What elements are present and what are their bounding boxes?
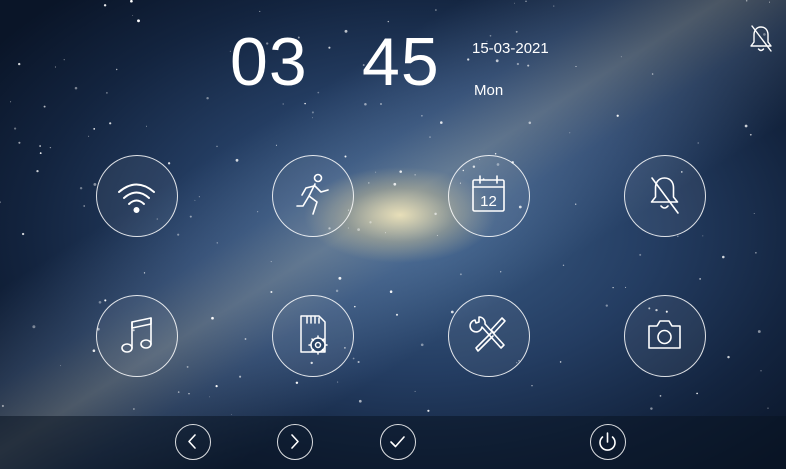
camera-icon — [648, 320, 681, 349]
wrench-screwdriver-icon — [469, 316, 506, 352]
power-button[interactable] — [590, 424, 626, 460]
wifi-icon — [118, 183, 155, 213]
wallpaper: 03 45 15-03-2021 Mon 12 — [0, 0, 786, 469]
clock-minutes: 45 — [362, 24, 440, 100]
wifi-button[interactable] — [96, 155, 178, 237]
calendar-icon-day: 12 — [480, 193, 497, 210]
bell-muted-icon — [650, 177, 679, 214]
bell-muted-icon — [746, 22, 776, 56]
previous-button[interactable] — [175, 424, 211, 460]
next-button[interactable] — [277, 424, 313, 460]
calendar-button[interactable]: 12 — [448, 155, 530, 237]
motion-button[interactable] — [272, 155, 354, 237]
clock-hours: 03 — [230, 24, 308, 100]
calendar-icon: 12 — [472, 175, 505, 212]
sd-card-gear-icon — [300, 315, 328, 355]
tools-button[interactable] — [448, 295, 530, 377]
sd-card-settings-button[interactable] — [272, 295, 354, 377]
chevron-left-icon — [188, 434, 196, 449]
power-icon — [599, 432, 616, 451]
chevron-right-icon — [291, 434, 299, 449]
running-person-icon — [296, 173, 329, 215]
camera-button[interactable] — [624, 295, 706, 377]
clock-weekday: Mon — [474, 82, 504, 99]
music-button[interactable] — [96, 295, 178, 377]
checkmark-icon — [390, 436, 405, 448]
music-note-icon — [121, 317, 152, 353]
mute-button[interactable] — [624, 155, 706, 237]
clock-date: 15-03-2021 — [472, 40, 549, 57]
confirm-button[interactable] — [380, 424, 416, 460]
